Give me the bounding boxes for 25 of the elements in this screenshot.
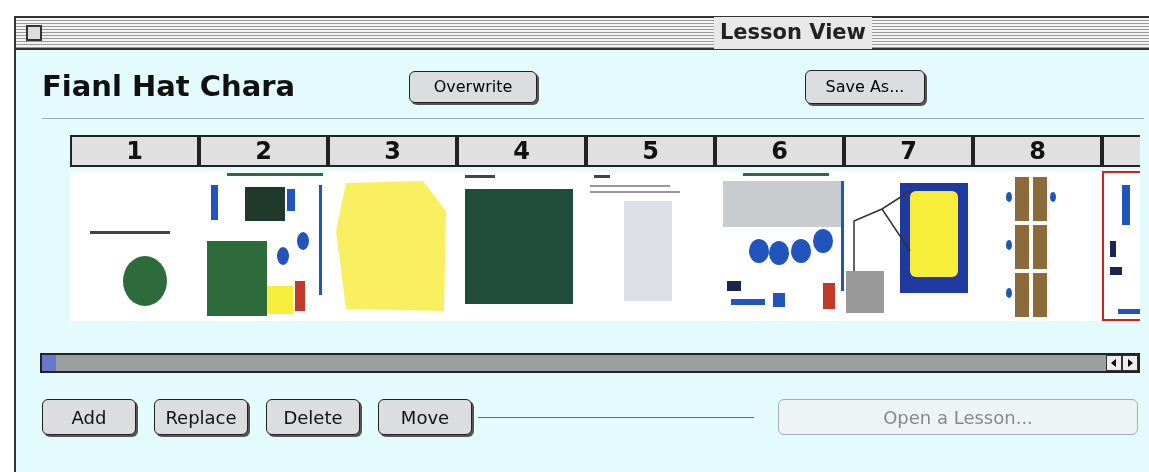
save-as-button[interactable]: Save As... [805, 70, 925, 104]
overwrite-button[interactable]: Overwrite [409, 71, 537, 103]
slide-thumbnail[interactable] [973, 171, 1102, 321]
lesson-title: Fianl Hat Chara [42, 68, 297, 106]
window-button[interactable]: Move [378, 399, 472, 435]
slide-thumbnail[interactable] [70, 171, 199, 321]
slide-number-header[interactable]: 4 [457, 135, 586, 167]
window-button[interactable]: Replace [154, 399, 248, 435]
slide-thumbnail[interactable] [844, 171, 973, 321]
slide-thumbnail[interactable] [715, 171, 844, 321]
close-box-icon[interactable] [26, 25, 42, 41]
slide-number-header[interactable]: 3 [328, 135, 457, 167]
slide-number-header[interactable]: 8 [973, 135, 1102, 167]
window-title: Lesson View [713, 17, 872, 49]
scroll-left-icon[interactable] [1106, 355, 1122, 371]
window-button[interactable]: Add [42, 399, 136, 435]
slide-number-header[interactable]: 6 [715, 135, 844, 167]
slide-number-header[interactable]: 5 [586, 135, 715, 167]
slide-number-header[interactable]: 7 [844, 135, 973, 167]
slide-number-header[interactable]: 1 [70, 135, 199, 167]
scroll-right-icon[interactable] [1122, 355, 1138, 371]
scroll-bar[interactable] [40, 353, 1140, 373]
scroll-thumb[interactable] [42, 355, 56, 371]
window-button[interactable]: Delete [266, 399, 360, 435]
slide-number-header[interactable]: 2 [199, 135, 328, 167]
